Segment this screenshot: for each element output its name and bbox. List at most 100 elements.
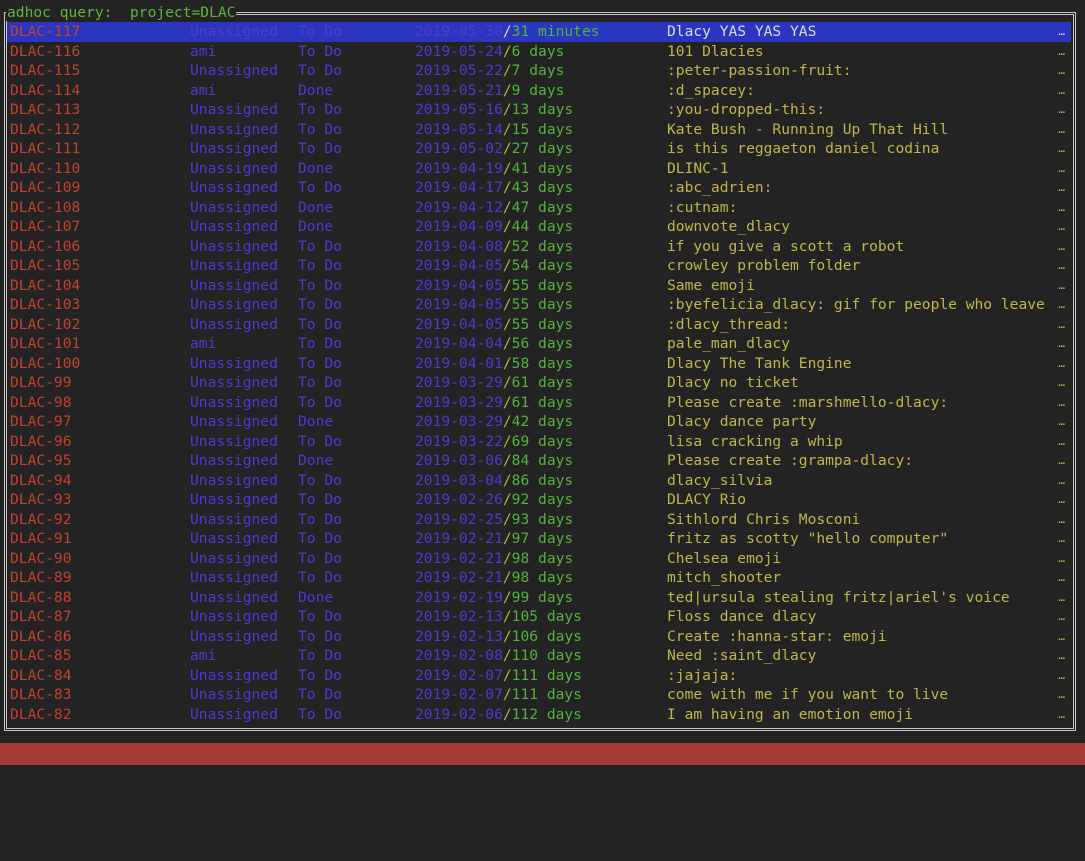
issue-date-age: 2019-05-02/27 days xyxy=(415,139,573,159)
issue-status: To Do xyxy=(298,666,342,684)
issue-row[interactable]: DLAC-93 Unassigned To Do 2019-02-26/92 d… xyxy=(7,490,1071,510)
issue-key[interactable]: DLAC-111 xyxy=(10,139,80,159)
issue-key[interactable]: DLAC-104 xyxy=(10,276,80,296)
issue-status: To Do xyxy=(298,491,342,508)
issue-row[interactable]: DLAC-101 ami To Do 2019-04-04/56 days pa… xyxy=(7,334,1071,354)
issue-key[interactable]: DLAC-87 xyxy=(10,607,72,627)
issue-assignee: Unassigned xyxy=(190,588,278,606)
issue-row[interactable]: DLAC-90 Unassigned To Do 2019-02-21/98 d… xyxy=(7,549,1071,569)
issue-key[interactable]: DLAC-99 xyxy=(10,373,72,393)
issue-row[interactable]: DLAC-114 ami Done 2019-05-21/9 days :d_s… xyxy=(7,81,1071,101)
issue-row[interactable]: DLAC-85 ami To Do 2019-02-08/110 days Ne… xyxy=(7,646,1071,666)
issue-row[interactable]: DLAC-107 Unassigned Done 2019-04-09/44 d… xyxy=(7,217,1071,237)
issue-row[interactable]: DLAC-91 Unassigned To Do 2019-02-21/97 d… xyxy=(7,529,1071,549)
issue-summary: dlacy_silvia xyxy=(667,471,773,489)
more-ellipsis-icon: … xyxy=(1058,103,1065,116)
issue-key[interactable]: DLAC-101 xyxy=(10,334,80,354)
issue-key[interactable]: DLAC-84 xyxy=(10,666,72,686)
issue-status: Done xyxy=(298,159,334,177)
issue-key[interactable]: DLAC-112 xyxy=(10,120,80,140)
issue-key[interactable]: DLAC-82 xyxy=(10,705,72,725)
issue-key[interactable]: DLAC-88 xyxy=(10,588,72,608)
issue-date-age: 2019-05-24/6 days xyxy=(415,42,564,62)
issue-row[interactable]: DLAC-117 Unassigned To Do 2019-05-30/31 … xyxy=(7,22,1071,42)
issue-key[interactable]: DLAC-83 xyxy=(10,685,72,705)
issue-row[interactable]: DLAC-104 Unassigned To Do 2019-04-05/55 … xyxy=(7,276,1071,296)
issue-key[interactable]: DLAC-94 xyxy=(10,471,72,491)
issue-key[interactable]: DLAC-98 xyxy=(10,393,72,413)
issue-key[interactable]: DLAC-100 xyxy=(10,354,80,374)
issue-assignee: Unassigned xyxy=(190,491,278,508)
issue-status: To Do xyxy=(298,374,342,391)
issue-assignee: Unassigned xyxy=(190,257,278,274)
issue-row[interactable]: DLAC-109 Unassigned To Do 2019-04-17/43 … xyxy=(7,178,1071,198)
issue-status: To Do xyxy=(298,179,342,196)
issue-key[interactable]: DLAC-96 xyxy=(10,432,72,452)
issue-row[interactable]: DLAC-105 Unassigned To Do 2019-04-05/54 … xyxy=(7,256,1071,276)
issue-key[interactable]: DLAC-105 xyxy=(10,256,80,276)
issue-key[interactable]: DLAC-95 xyxy=(10,451,72,471)
issue-row[interactable]: DLAC-103 Unassigned To Do 2019-04-05/55 … xyxy=(7,295,1071,315)
issue-row[interactable]: DLAC-83 Unassigned To Do 2019-02-07/111 … xyxy=(7,685,1071,705)
issue-row[interactable]: DLAC-96 Unassigned To Do 2019-03-22/69 d… xyxy=(7,432,1071,452)
issue-key[interactable]: DLAC-106 xyxy=(10,237,80,257)
more-ellipsis-icon: … xyxy=(1058,220,1065,233)
issue-row[interactable]: DLAC-102 Unassigned To Do 2019-04-05/55 … xyxy=(7,315,1071,335)
issue-key[interactable]: DLAC-102 xyxy=(10,315,80,335)
issue-status: Done xyxy=(298,198,334,216)
status-bar xyxy=(0,743,1085,765)
more-ellipsis-icon: … xyxy=(1058,688,1065,701)
issue-key[interactable]: DLAC-107 xyxy=(10,217,80,237)
issue-date-age: 2019-02-13/105 days xyxy=(415,607,582,627)
issue-row[interactable]: DLAC-116 ami To Do 2019-05-24/6 days 101… xyxy=(7,42,1071,62)
issue-row[interactable]: DLAC-110 Unassigned Done 2019-04-19/41 d… xyxy=(7,159,1071,179)
issue-key[interactable]: DLAC-86 xyxy=(10,627,72,647)
issue-row[interactable]: DLAC-106 Unassigned To Do 2019-04-08/52 … xyxy=(7,237,1071,257)
issue-row[interactable]: DLAC-95 Unassigned Done 2019-03-06/84 da… xyxy=(7,451,1071,471)
issue-row[interactable]: DLAC-89 Unassigned To Do 2019-02-21/98 d… xyxy=(7,568,1071,588)
issue-row[interactable]: DLAC-86 Unassigned To Do 2019-02-13/106 … xyxy=(7,627,1071,647)
issue-key[interactable]: DLAC-114 xyxy=(10,81,80,101)
issue-row[interactable]: DLAC-84 Unassigned To Do 2019-02-07/111 … xyxy=(7,666,1071,686)
issue-key[interactable]: DLAC-93 xyxy=(10,490,72,510)
issue-key[interactable]: DLAC-108 xyxy=(10,198,80,218)
issue-key[interactable]: DLAC-115 xyxy=(10,61,80,81)
issue-row[interactable]: DLAC-113 Unassigned To Do 2019-05-16/13 … xyxy=(7,100,1071,120)
date-separator: / xyxy=(502,315,512,333)
issue-key[interactable]: DLAC-116 xyxy=(10,42,80,62)
issue-key[interactable]: DLAC-89 xyxy=(10,568,72,588)
issue-summary: downvote_dlacy xyxy=(667,218,791,235)
issue-key[interactable]: DLAC-92 xyxy=(10,510,72,530)
issue-row[interactable]: DLAC-97 Unassigned Done 2019-03-29/42 da… xyxy=(7,412,1071,432)
issue-row[interactable]: DLAC-82 Unassigned To Do 2019-02-06/112 … xyxy=(7,705,1071,725)
date-separator: / xyxy=(502,374,512,391)
issue-key[interactable]: DLAC-103 xyxy=(10,295,80,315)
issue-status: To Do xyxy=(298,23,342,40)
issue-key[interactable]: DLAC-91 xyxy=(10,529,72,549)
more-ellipsis-icon: … xyxy=(1058,610,1065,623)
issue-date-age: 2019-02-26/92 days xyxy=(415,490,573,510)
issue-key[interactable]: DLAC-97 xyxy=(10,412,72,432)
issue-row[interactable]: DLAC-111 Unassigned To Do 2019-05-02/27 … xyxy=(7,139,1071,159)
issue-key[interactable]: DLAC-109 xyxy=(10,178,80,198)
date-separator: / xyxy=(502,276,512,294)
issue-row[interactable]: DLAC-99 Unassigned To Do 2019-03-29/61 d… xyxy=(7,373,1071,393)
issue-row[interactable]: DLAC-94 Unassigned To Do 2019-03-04/86 d… xyxy=(7,471,1071,491)
issue-row[interactable]: DLAC-115 Unassigned To Do 2019-05-22/7 d… xyxy=(7,61,1071,81)
issue-row[interactable]: DLAC-98 Unassigned To Do 2019-03-29/61 d… xyxy=(7,393,1071,413)
issue-row[interactable]: DLAC-88 Unassigned Done 2019-02-19/99 da… xyxy=(7,588,1071,608)
issue-summary: :d_spacey: xyxy=(667,81,755,99)
issue-summary: Same emoji xyxy=(667,276,755,294)
issue-key[interactable]: DLAC-117 xyxy=(10,22,80,42)
issue-key[interactable]: DLAC-85 xyxy=(10,646,72,666)
issue-assignee: Unassigned xyxy=(190,354,278,372)
issue-row[interactable]: DLAC-92 Unassigned To Do 2019-02-25/93 d… xyxy=(7,510,1071,530)
issue-key[interactable]: DLAC-110 xyxy=(10,159,80,179)
issue-assignee: Unassigned xyxy=(190,608,278,625)
issue-row[interactable]: DLAC-108 Unassigned Done 2019-04-12/47 d… xyxy=(7,198,1071,218)
issue-row[interactable]: DLAC-87 Unassigned To Do 2019-02-13/105 … xyxy=(7,607,1071,627)
issue-row[interactable]: DLAC-100 Unassigned To Do 2019-04-01/58 … xyxy=(7,354,1071,374)
issue-key[interactable]: DLAC-90 xyxy=(10,549,72,569)
issue-key[interactable]: DLAC-113 xyxy=(10,100,80,120)
issue-row[interactable]: DLAC-112 Unassigned To Do 2019-05-14/15 … xyxy=(7,120,1071,140)
